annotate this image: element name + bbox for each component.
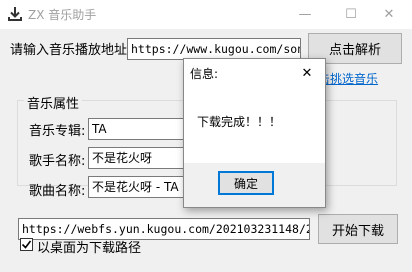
- close-button[interactable]: ✕: [366, 0, 412, 29]
- song-label: 歌曲名称:: [29, 184, 86, 199]
- minimize-icon: —: [298, 7, 312, 22]
- album-label: 音乐专辑:: [29, 124, 86, 139]
- desktop-path-label: 以桌面为下载路径: [37, 241, 142, 256]
- dialog-message: 下载完成！！！: [197, 115, 282, 129]
- download-icon: [7, 6, 23, 22]
- singer-label: 歌手名称:: [29, 154, 86, 169]
- url-label: 请输入音乐播放地址:: [10, 43, 132, 58]
- dialog-body: 下载完成！！！: [184, 87, 325, 163]
- ok-button[interactable]: 确定: [218, 171, 274, 195]
- close-icon: ✕: [383, 7, 395, 22]
- pick-music-link[interactable]: 击挑选音乐: [318, 70, 378, 87]
- info-dialog: 信息: ✕ 下载完成！！！ 确定: [183, 58, 326, 208]
- dialog-title-bar: 信息: ✕: [184, 59, 325, 87]
- checkmark-icon: [21, 240, 32, 249]
- main-window: ZX 音乐助手 — ☐ ✕ 请输入音乐播放地址: https://www.kug…: [0, 0, 412, 272]
- window-title: ZX 音乐助手: [28, 8, 97, 22]
- desktop-path-checkbox[interactable]: [20, 238, 33, 251]
- dialog-title: 信息:: [190, 67, 219, 81]
- dialog-close-button[interactable]: ✕: [296, 63, 318, 83]
- url-input[interactable]: https://www.kugou.com/song/#: [127, 38, 301, 60]
- maximize-icon: ☐: [345, 7, 357, 22]
- close-icon: ✕: [301, 65, 313, 81]
- group-title: 音乐属性: [24, 93, 83, 112]
- minimize-button[interactable]: —: [282, 0, 328, 29]
- start-download-button[interactable]: 开始下载: [318, 214, 398, 244]
- title-bar: ZX 音乐助手 — ☐ ✕: [0, 0, 412, 29]
